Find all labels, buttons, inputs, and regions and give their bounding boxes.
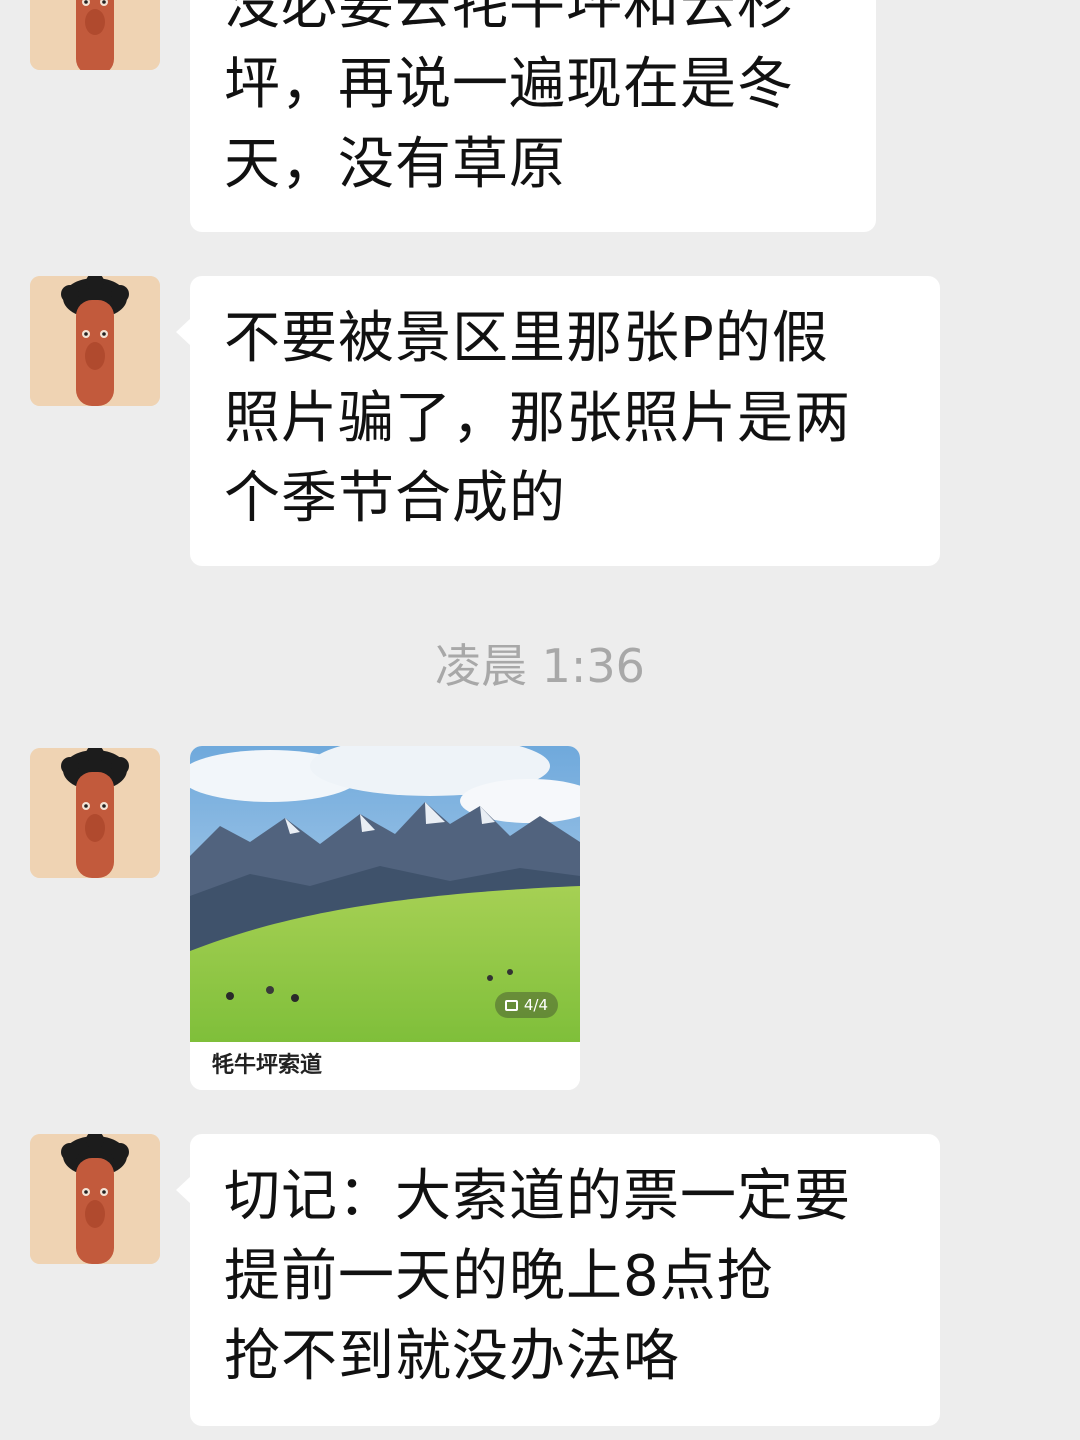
avatar[interactable] — [30, 0, 160, 70]
message-bubble-4[interactable]: 切记：大索道的票一定要 提前一天的晚上8点抢 抢不到就没办法咯 — [176, 1134, 940, 1426]
message-bubble-2[interactable]: 不要被景区里那张P的假 照片骗了，那张照片是两 个季节合成的 — [176, 276, 940, 566]
message-line: 坪，再说一遍现在是冬 — [224, 52, 794, 117]
message-line: 抢不到就没办法咯 — [224, 1324, 680, 1389]
avatar-image — [30, 276, 160, 406]
message-line: 照片骗了，那张照片是两 — [224, 386, 851, 451]
card-footer: 牦牛坪索道 — [190, 1042, 580, 1090]
avatar-image — [30, 0, 160, 70]
link-card[interactable]: 4/4 牦牛坪索道 — [190, 746, 580, 1090]
message-line: 个季节合成的 — [224, 466, 566, 531]
bubble-tail — [176, 318, 191, 346]
avatar[interactable] — [30, 1134, 160, 1264]
gallery-icon — [504, 999, 518, 1011]
message-bubble-1[interactable]: 没必要去牦牛坪和云杉 坪，再说一遍现在是冬 天，没有草原 — [190, 0, 876, 232]
avatar[interactable] — [30, 748, 160, 878]
image-counter-badge: 4/4 — [494, 992, 558, 1018]
bubble-tail — [176, 1176, 191, 1204]
message-timestamp: 凌晨 1:36 — [435, 639, 645, 693]
message-line: 没必要去牦牛坪和云杉 — [224, 0, 794, 37]
image-counter: 4/4 — [523, 996, 548, 1014]
card-title: 牦牛坪索道 — [212, 1053, 323, 1078]
avatar-image — [30, 1134, 160, 1264]
avatar-image — [30, 748, 160, 878]
message-line: 天，没有草原 — [224, 132, 566, 197]
avatar[interactable] — [30, 276, 160, 406]
message-line: 切记：大索道的票一定要 — [224, 1164, 851, 1229]
message-line: 提前一天的晚上8点抢 — [224, 1244, 774, 1309]
message-line: 不要被景区里那张P的假 — [224, 306, 829, 371]
